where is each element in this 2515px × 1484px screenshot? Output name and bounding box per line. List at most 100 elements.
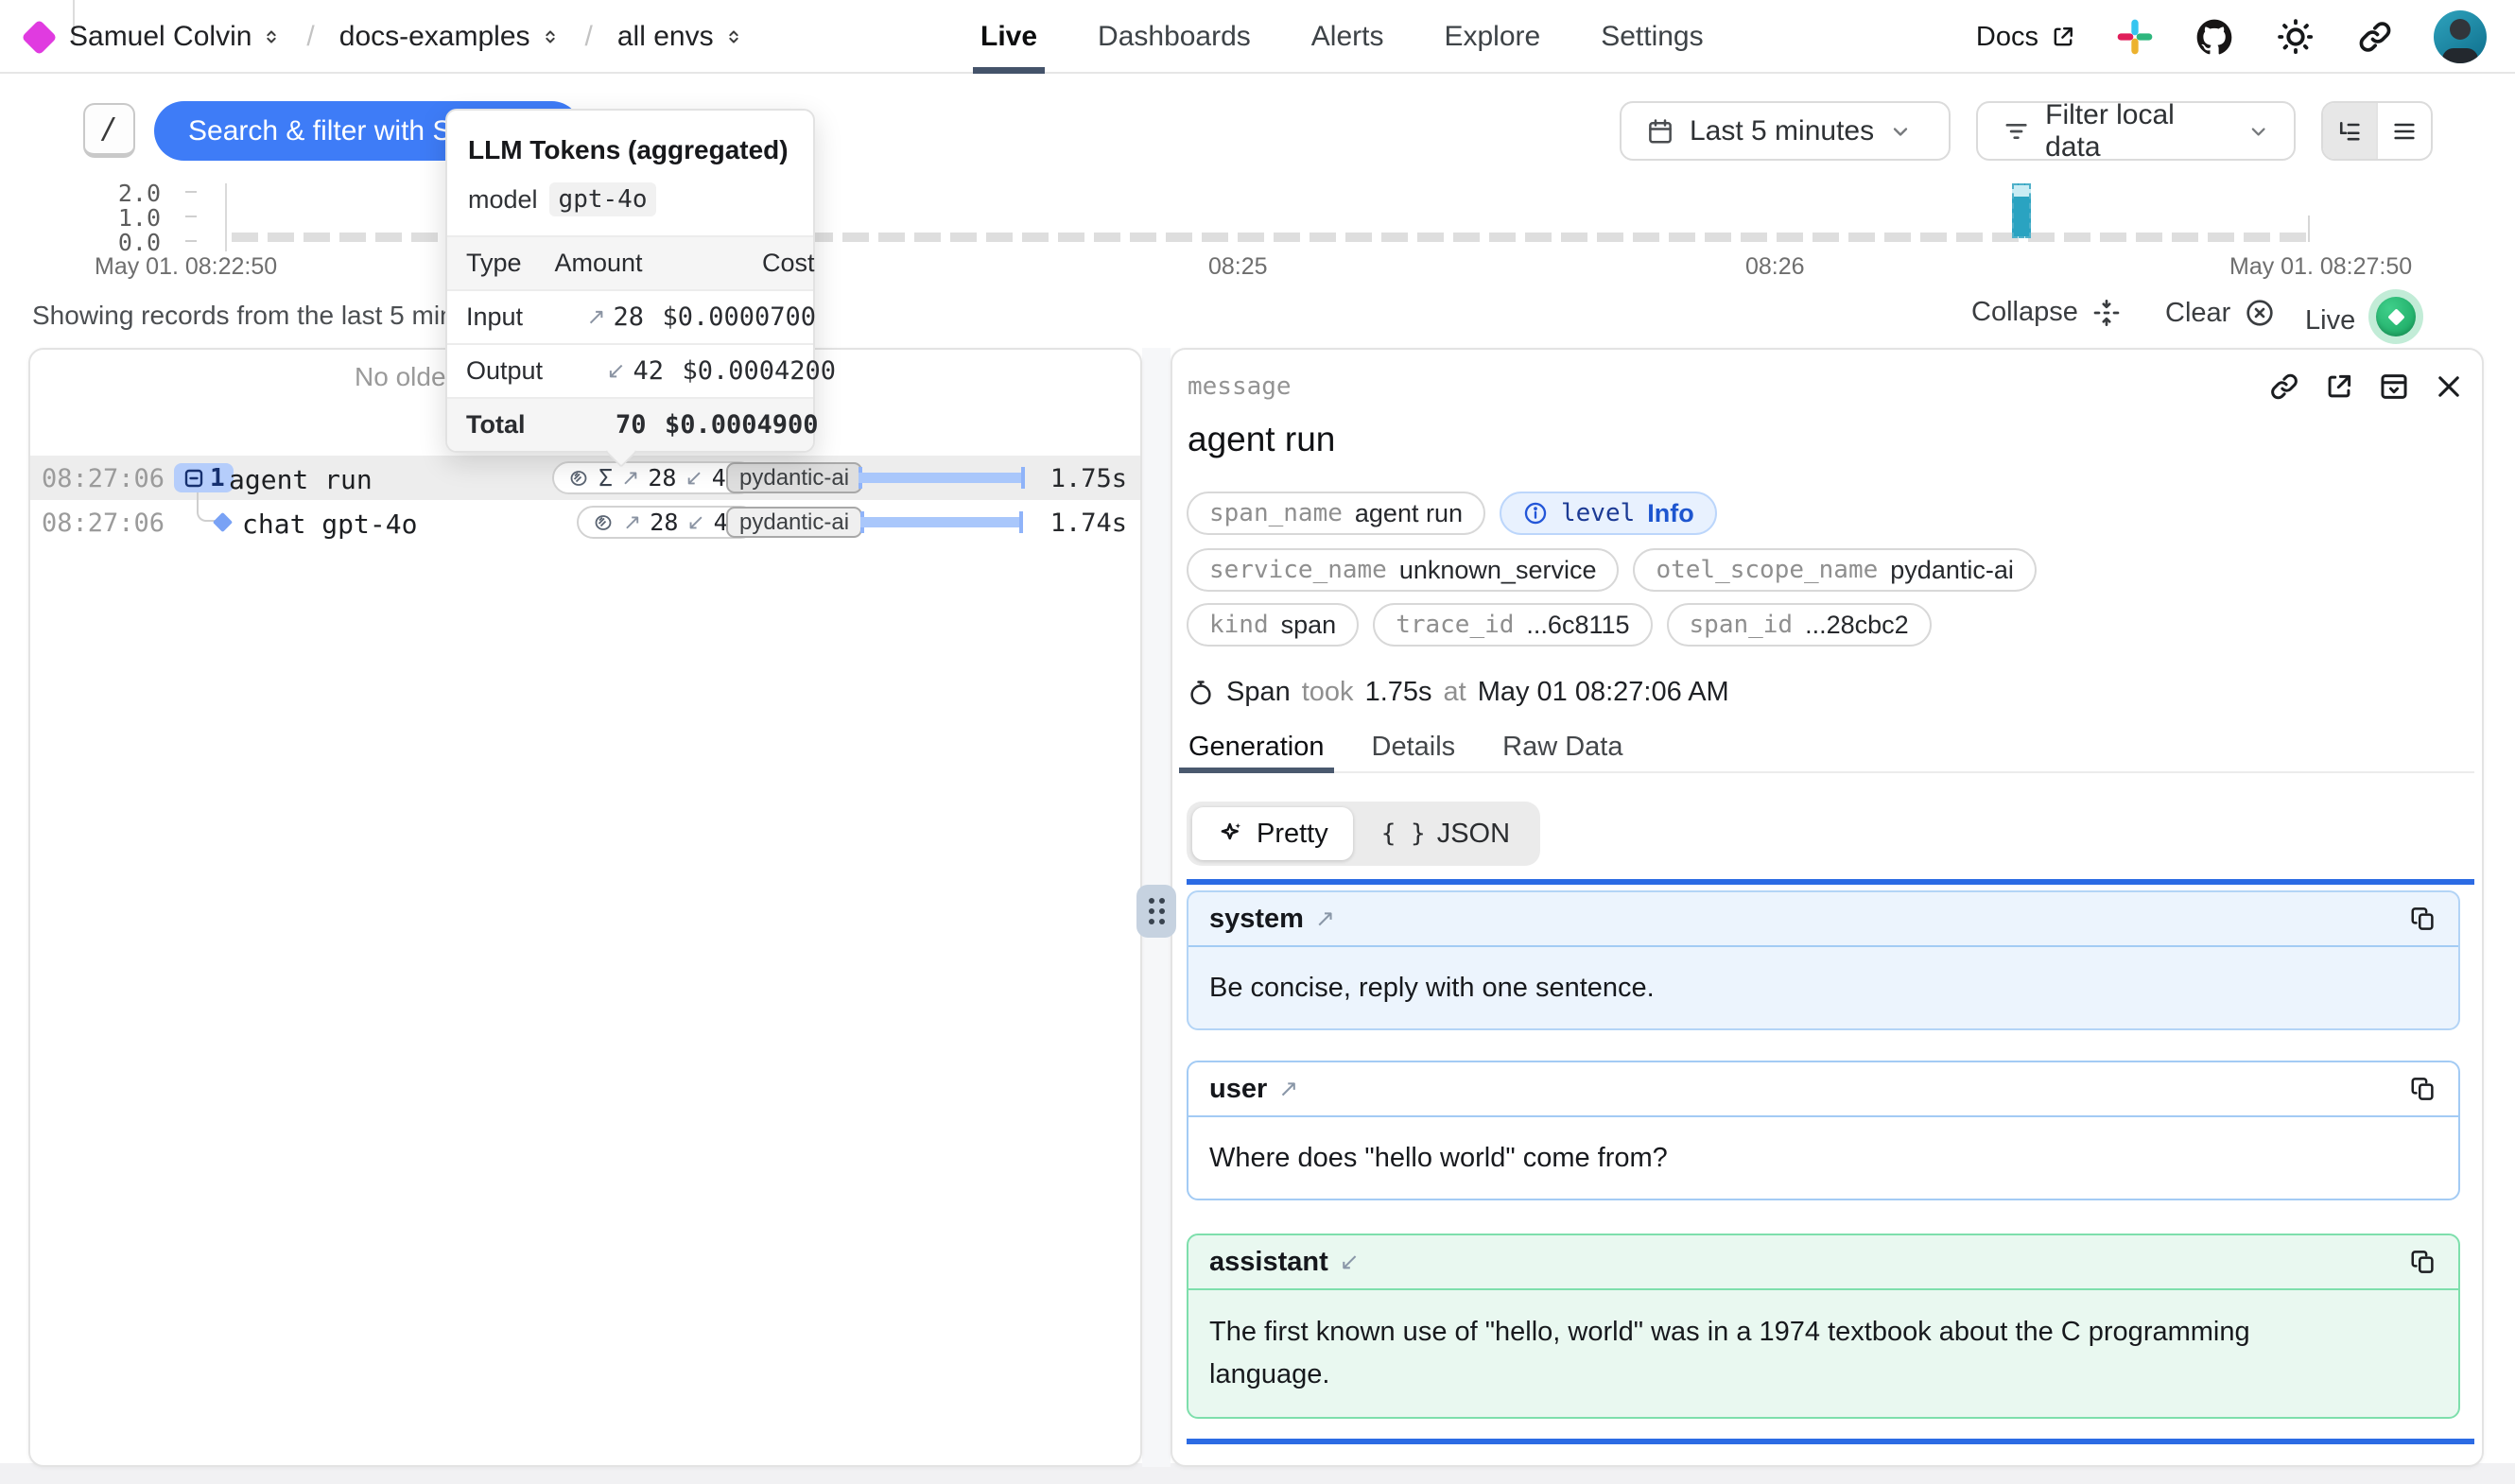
tab-explore[interactable]: Explore: [1444, 0, 1540, 74]
badge-level[interactable]: level Info: [1500, 492, 1717, 535]
github-button[interactable]: [2194, 16, 2235, 58]
chevron-down-icon: [2247, 120, 2269, 143]
histogram-bar-selected[interactable]: [2012, 183, 2031, 238]
span-name: agent run: [229, 464, 373, 495]
sigma-aggregate: Σ: [598, 464, 613, 492]
input-arrow-icon: ↗: [623, 509, 641, 535]
json-mode-button[interactable]: { } JSON: [1357, 807, 1535, 860]
theme-toggle-button[interactable]: [2275, 16, 2316, 58]
keyboard-shortcut-key: /: [83, 103, 135, 158]
breadcrumb-separator: /: [299, 21, 321, 53]
open-in-new-button[interactable]: [2323, 371, 2355, 403]
pretty-mode-button[interactable]: Pretty: [1192, 807, 1353, 860]
detail-panel-actions: [2268, 371, 2465, 403]
panel-resize-handle[interactable]: [1136, 885, 1176, 938]
trace-list-panel: No older records 08:27:06 1 agent run Σ …: [28, 348, 1142, 1467]
docs-link[interactable]: Docs: [1976, 22, 2076, 53]
row-type: Input: [466, 302, 523, 332]
badge-trace-id[interactable]: trace_id ...6c8115: [1373, 603, 1652, 647]
total-label: Total: [466, 410, 526, 440]
cost-value: $0.0000700: [644, 302, 816, 332]
share-link-button[interactable]: [2356, 18, 2394, 56]
chevron-updown-icon: [723, 25, 744, 49]
message-card-user: user ↗ Where does "hello world" come fro…: [1187, 1061, 2460, 1200]
user-avatar[interactable]: [2434, 10, 2487, 63]
github-icon: [2194, 16, 2235, 58]
y-tick-mark: [185, 216, 197, 217]
breadcrumb-org[interactable]: Samuel Colvin: [69, 21, 282, 53]
span-duration-line: Span took 1.75s at May 01 08:27:06 AM: [1187, 677, 1729, 708]
badge-otel-scope[interactable]: otel_scope_name pydantic-ai: [1633, 548, 2036, 592]
chevron-down-icon: [1889, 120, 1912, 143]
tab-raw-data[interactable]: Raw Data: [1500, 732, 1624, 771]
badge-span-name[interactable]: span_name agent run: [1187, 492, 1485, 535]
tab-details[interactable]: Details: [1370, 732, 1458, 771]
record-kind-label: message: [1188, 372, 1292, 401]
input-arrow-icon: ↗: [586, 303, 605, 331]
collapse-node-icon: [182, 467, 205, 490]
logfire-logo-icon: [21, 19, 57, 55]
copy-icon: [2409, 1248, 2437, 1276]
docs-label: Docs: [1976, 22, 2038, 53]
collapse-button[interactable]: Collapse: [1971, 297, 2122, 328]
info-icon: [1522, 500, 1549, 526]
output-arrow-icon: ↙: [686, 509, 704, 535]
message-card-assistant: assistant ↙ The first known use of "hell…: [1187, 1234, 2460, 1419]
total-amount: 70: [616, 410, 647, 440]
link-icon: [2268, 371, 2300, 403]
row-timestamp: 08:27:06: [42, 509, 165, 538]
dock-panel-button[interactable]: [2378, 371, 2410, 403]
copy-button[interactable]: [2409, 1248, 2437, 1276]
tab-alerts[interactable]: Alerts: [1311, 0, 1384, 74]
copy-link-button[interactable]: [2268, 371, 2300, 403]
duration-bar: [860, 514, 1023, 530]
tab-live[interactable]: Live: [980, 0, 1037, 74]
table-row-chat-gpt4o[interactable]: 08:27:06 chat gpt-4o ↗ 28 ↙ 42 pydantic-…: [30, 500, 1140, 544]
tab-dashboards[interactable]: Dashboards: [1098, 0, 1251, 74]
axis-corner: [2308, 216, 2310, 242]
list-view-button[interactable]: [2376, 103, 2431, 159]
copy-button[interactable]: [2409, 905, 2437, 933]
live-indicator-icon: [2368, 289, 2423, 344]
filter-local-data-button[interactable]: Filter local data: [1976, 101, 2296, 161]
render-mode-toggle: Pretty { } JSON: [1187, 802, 1540, 866]
tokens-row-input: Input ↗28 $0.0000700: [447, 289, 813, 343]
breadcrumb-project[interactable]: docs-examples: [339, 21, 561, 53]
badge-row: service_name unknown_service otel_scope_…: [1187, 548, 2037, 592]
time-range-button[interactable]: Last 5 minutes: [1620, 101, 1951, 161]
breadcrumb-env[interactable]: all envs: [617, 21, 744, 53]
collapse-children-badge[interactable]: 1: [174, 463, 234, 492]
tokens-table: Type Amount Cost Input ↗28 $0.0000700 Ou…: [447, 235, 813, 451]
collapse-icon: [2091, 298, 2122, 328]
slack-button[interactable]: [2116, 18, 2154, 56]
message-card-system: system ↗ Be concise, reply with one sent…: [1187, 890, 2460, 1030]
live-label: Live: [2305, 305, 2355, 336]
col-amount: Amount: [522, 249, 643, 278]
badge-row: kind span trace_id ...6c8115 span_id ...…: [1187, 603, 1932, 647]
copy-button[interactable]: [2409, 1075, 2437, 1103]
view-mode-toggle: [2321, 101, 2433, 161]
badge-kind[interactable]: kind span: [1187, 603, 1359, 647]
message-header: user ↗: [1188, 1062, 2458, 1117]
live-toggle-button[interactable]: Live: [2305, 297, 2423, 344]
tokens-row-output: Output ↙42 $0.0004200: [447, 343, 813, 397]
org-name: Samuel Colvin: [69, 21, 252, 53]
col-cost: Cost: [643, 249, 815, 278]
tree-view-button[interactable]: [2323, 103, 2376, 159]
close-panel-button[interactable]: [2433, 371, 2465, 403]
breadcrumb: Samuel Colvin / docs-examples / all envs: [26, 0, 744, 74]
clear-button[interactable]: Clear: [2165, 297, 2276, 329]
tab-generation[interactable]: Generation: [1187, 732, 1327, 771]
badge-span-id[interactable]: span_id ...28cbc2: [1667, 603, 1932, 647]
badge-row: span_name agent run level Info: [1187, 492, 1717, 535]
output-arrow-icon: ↙: [685, 465, 702, 491]
tab-settings[interactable]: Settings: [1601, 0, 1703, 74]
message-text: The first known use of "hello, world" wa…: [1188, 1290, 2458, 1417]
input-tokens: 28: [650, 509, 678, 536]
badge-service-name[interactable]: service_name unknown_service: [1187, 548, 1619, 592]
time-range-label: Last 5 minutes: [1690, 115, 1874, 147]
direction-arrow-icon: ↗: [1315, 905, 1335, 933]
clear-circle-x-icon: [2244, 297, 2276, 329]
list-view-icon: [2391, 118, 2418, 145]
role-label: user: [1209, 1074, 1267, 1105]
